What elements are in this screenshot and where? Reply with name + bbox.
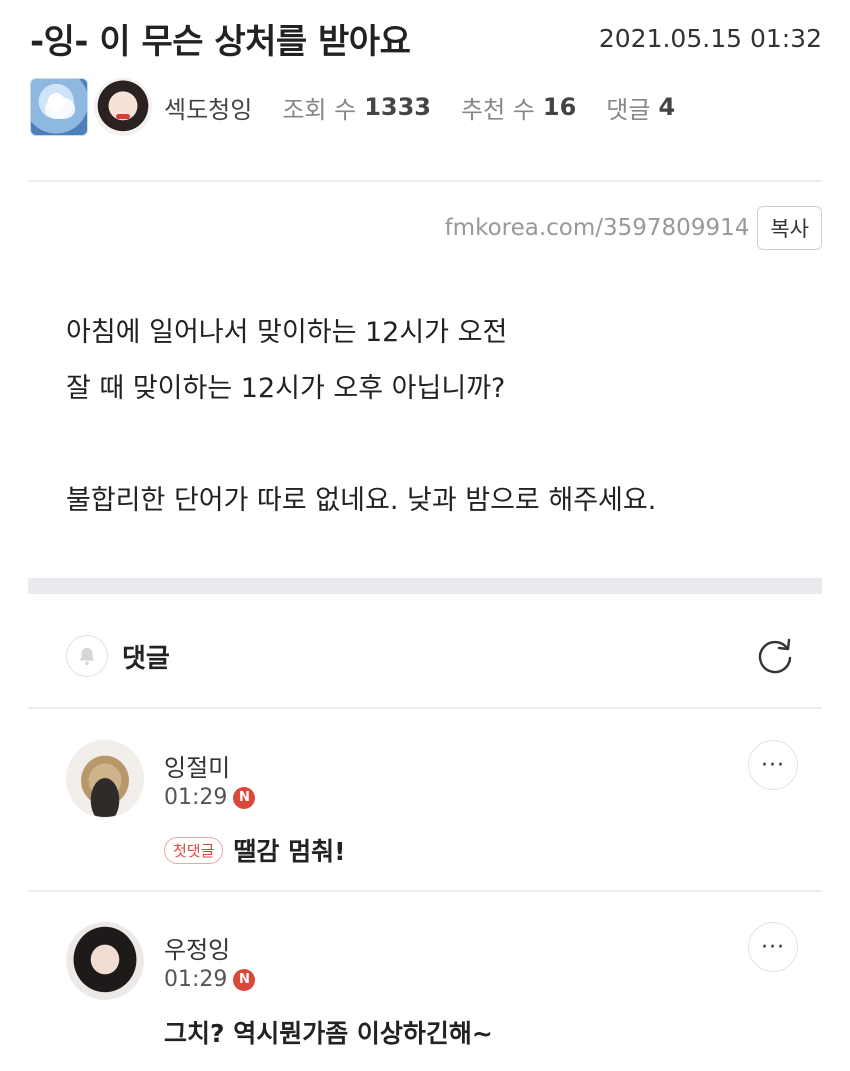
commenter-name[interactable]: 우정잉: [164, 930, 230, 965]
comment-more-button[interactable]: ···: [748, 922, 798, 972]
header-divider: [28, 180, 822, 182]
new-badge: N: [233, 968, 256, 991]
comment-section-title: 댓글: [122, 643, 170, 674]
commenter-avatar[interactable]: [66, 922, 144, 1000]
comment-header-divider: [28, 707, 822, 709]
comments-count[interactable]: 4: [658, 93, 675, 121]
post-meta: 섹도청잉 조회 수 1333 추천 수 16 댓글 4: [30, 76, 705, 138]
content-line: 잘 때 맞이하는 12시가 오후 아닙니까?: [66, 373, 506, 404]
comment-header: 댓글: [66, 632, 798, 680]
member-level-icon: [30, 78, 88, 136]
copy-url-button[interactable]: 복사: [757, 206, 822, 250]
comment-meta: 01:29 N: [164, 967, 256, 992]
section-band: [28, 578, 822, 594]
comment-body: 첫댓글 땔감 멈춰!: [164, 832, 346, 868]
commenter-avatar[interactable]: [66, 740, 144, 818]
post-url[interactable]: fmkorea.com/3597809914: [445, 215, 750, 241]
post-datetime: 2021.05.15 01:32: [598, 24, 822, 53]
commenter-name[interactable]: 잉절미: [164, 748, 230, 783]
first-comment-badge: 첫댓글: [164, 836, 224, 864]
comment-more-button[interactable]: ···: [748, 740, 798, 790]
comment-text: 땔감 멈춰!: [233, 837, 346, 866]
bell-icon[interactable]: [66, 635, 108, 677]
new-badge: N: [233, 786, 256, 809]
comments-label[interactable]: 댓글: [606, 90, 650, 125]
post-title: -잉- 이 무슨 상처를 받아요: [30, 22, 411, 62]
post-page: -잉- 이 무슨 상처를 받아요 2021.05.15 01:32 섹도청잉 조…: [0, 0, 850, 1071]
post-content: 아침에 일어나서 맞이하는 12시가 오전 잘 때 맞이하는 12시가 오후 아…: [66, 305, 806, 529]
content-line: 아침에 일어나서 맞이하는 12시가 오전: [66, 317, 508, 348]
author-name[interactable]: 섹도청잉: [164, 90, 252, 125]
recommend-label: 추천 수: [461, 95, 535, 124]
comment-text: 그치? 역시뭔가좀 이상하긴해~: [164, 1019, 493, 1048]
comment-body: 그치? 역시뭔가좀 이상하긴해~: [164, 1014, 493, 1050]
post-url-row: fmkorea.com/3597809914 복사: [445, 206, 822, 250]
views-count: 1333: [364, 93, 431, 121]
views-label: 조회 수: [282, 95, 357, 124]
comment-divider: [28, 890, 822, 892]
comment-time: 01:29: [164, 967, 228, 992]
recommend-count: 16: [542, 93, 577, 121]
content-line: 불합리한 단어가 따로 없네요. 낮과 밤으로 해주세요.: [66, 485, 657, 516]
author-avatar[interactable]: [94, 78, 152, 136]
comment-meta: 01:29 N: [164, 785, 256, 810]
refresh-icon[interactable]: [752, 633, 798, 679]
comment-time: 01:29: [164, 785, 228, 810]
